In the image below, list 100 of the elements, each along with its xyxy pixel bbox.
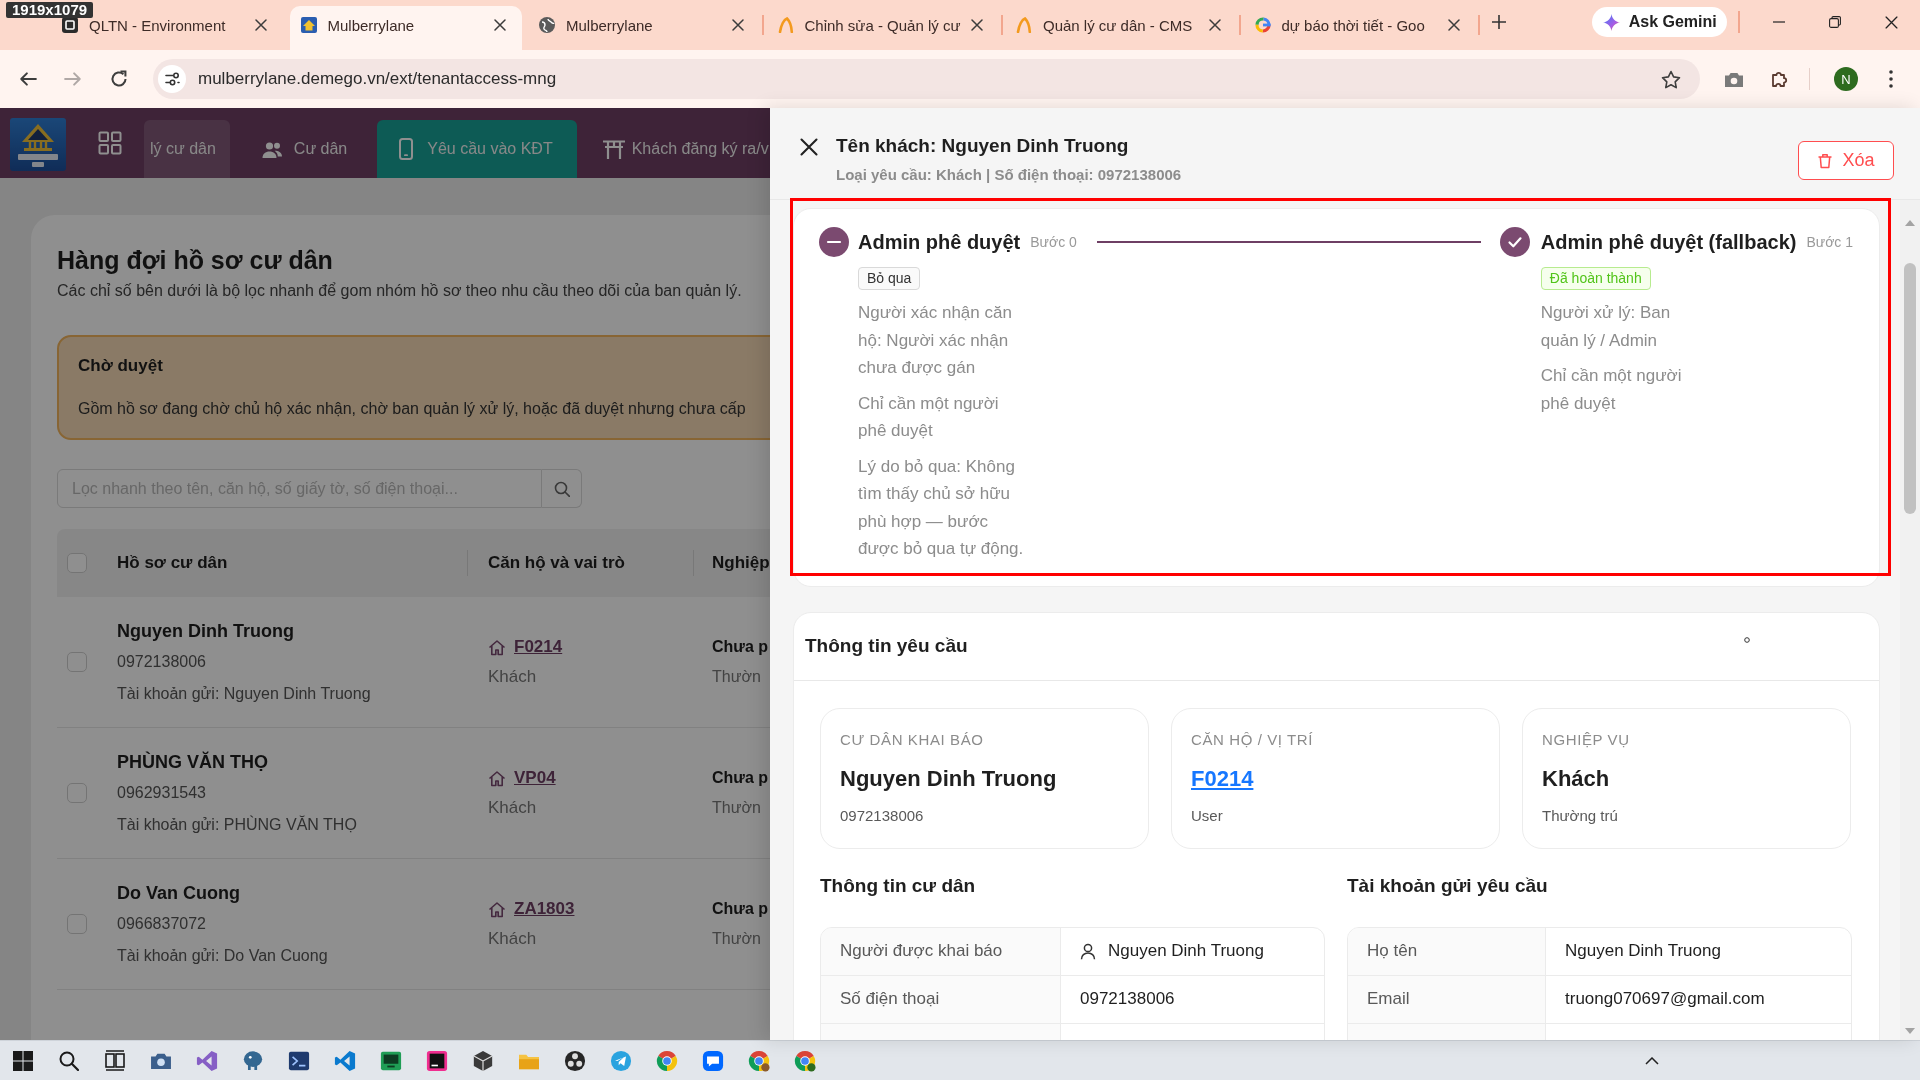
url-text: mulberrylane.demego.vn/ext/tenantaccess-mng: [198, 69, 558, 89]
filter-card[interactable]: Chờ duyệt Gồm hồ sơ đang chờ chủ hộ xác nhận, chờ ban quản lý xử lý, hoặc đã duyệt nhưng chưa cấp: [57, 335, 770, 440]
summary-value: Khách: [1542, 765, 1610, 792]
account-text: Tài khoản gửi: PHÙNG VĂN THỌ: [117, 815, 357, 835]
status-text: Chưa p: [712, 899, 769, 919]
scrollbar[interactable]: [1900, 200, 1920, 1040]
table-cell: Người được khai báo: [821, 927, 1061, 975]
gemini-button[interactable]: Ask Gemini: [1592, 7, 1728, 37]
close-icon[interactable]: [1885, 15, 1899, 29]
checkbox[interactable]: [67, 783, 87, 803]
logo-icon[interactable]: [10, 118, 66, 171]
paper-plane-icon[interactable]: [610, 1049, 632, 1072]
task-view-icon[interactable]: [105, 1050, 125, 1071]
resident-phone: 0966837072: [117, 914, 206, 934]
nav-tab[interactable]: lý cư dân: [144, 120, 230, 178]
address-bar[interactable]: mulberrylane.demego.vn/ext/tenantaccess-mng: [153, 59, 1700, 99]
browser-icon[interactable]: [794, 1049, 816, 1072]
ribbon-logo-icon[interactable]: [196, 1049, 218, 1072]
search-icon[interactable]: [59, 1050, 79, 1071]
card-title: Thông tin yêu cầu: [805, 635, 968, 657]
browser-icon[interactable]: [748, 1049, 770, 1072]
note-text: Thườn: [712, 929, 761, 949]
browser-icon[interactable]: [656, 1049, 678, 1072]
camera-icon[interactable]: [150, 1051, 172, 1070]
step-title: Admin phê duyệt (fallback): [1540, 230, 1797, 254]
restore-icon[interactable]: [1829, 16, 1842, 28]
table-cell: Nguyen Dinh Truong: [1108, 941, 1264, 961]
delete-button[interactable]: Xóa: [1798, 141, 1894, 180]
checkbox[interactable]: [67, 914, 87, 934]
arrow-left-icon[interactable]: [19, 70, 37, 88]
circles-logo-icon[interactable]: [564, 1049, 586, 1072]
unit-link[interactable]: F0214: [1191, 765, 1254, 792]
close-icon[interactable]: [255, 19, 267, 31]
step-detail: Người xử lý: Ban quản lý / Admin: [1540, 302, 1672, 352]
role-text: Khách: [488, 667, 537, 687]
close-icon[interactable]: [1447, 19, 1460, 31]
camera-icon[interactable]: [1724, 70, 1744, 88]
cube-icon[interactable]: [472, 1049, 494, 1072]
drawer-subtitle: Loại yêu cầu: Khách | Số điện thoại: 0972138006: [836, 165, 1182, 185]
chat-icon[interactable]: [702, 1049, 724, 1072]
browser-tab[interactable]: Quản lý cư dân - CMS: [1005, 6, 1237, 50]
table-cell-text: 0972138006: [1079, 988, 1176, 1010]
browser-tab[interactable]: Mulberrylane: [528, 6, 760, 50]
column-header: Nghiệp: [712, 553, 770, 573]
globe-icon: [539, 17, 555, 33]
close-icon[interactable]: [800, 138, 818, 156]
plus-icon[interactable]: [1492, 15, 1506, 29]
unit-link[interactable]: ZA1803: [514, 899, 575, 919]
search-button[interactable]: [542, 469, 582, 508]
close-icon[interactable]: [1209, 19, 1221, 31]
nav-tab[interactable]: Cư dân: [254, 120, 355, 178]
checkbox[interactable]: [67, 652, 87, 672]
square-logo-icon[interactable]: [426, 1049, 448, 1072]
browser-tab[interactable]: dự báo thời tiết - Goo: [1243, 6, 1476, 50]
code-editor-icon[interactable]: [334, 1049, 356, 1072]
puzzle-icon[interactable]: [1770, 70, 1788, 88]
phone-icon: [399, 138, 414, 160]
unit-link[interactable]: VP04: [514, 768, 556, 788]
profile-avatar[interactable]: N: [1834, 67, 1858, 91]
menu-icon[interactable]: [1889, 70, 1893, 88]
size-badge: 1919x1079: [6, 2, 94, 18]
monitor-icon[interactable]: [380, 1049, 402, 1072]
browser-tab[interactable]: Chỉnh sửa - Quản lý cư: [766, 6, 999, 50]
sparkle-icon: [1602, 13, 1620, 31]
status-tag: Bỏ qua: [858, 267, 921, 290]
section-title: Tài khoản gửi yêu cầu: [1347, 873, 1548, 898]
elephant-icon[interactable]: [242, 1050, 264, 1071]
users-icon: [261, 140, 282, 158]
filter-description: Gồm hồ sơ đang chờ chủ hộ xác nhận, chờ ban quản lý xử lý, hoặc đã duyệt nhưng chưa cấp: [78, 399, 746, 419]
step-detail: Chỉ cần một người phê duyệt: [1540, 365, 1683, 415]
column-header: Hồ sơ cư dân: [117, 553, 228, 573]
console-icon[interactable]: [288, 1049, 310, 1072]
scrollbar-thumb[interactable]: [1904, 263, 1916, 514]
close-icon[interactable]: [732, 19, 744, 31]
close-icon[interactable]: [493, 19, 506, 31]
status-text: Chưa p: [712, 637, 769, 657]
chevron-up-icon[interactable]: [1645, 1056, 1659, 1065]
close-icon[interactable]: [970, 19, 983, 31]
summary-label: NGHIỆP VỤ: [1542, 729, 1630, 750]
minimize-icon[interactable]: [1772, 21, 1785, 23]
account-text: Tài khoản gửi: Nguyen Dinh Truong: [117, 684, 371, 704]
resident-phone: 0972138006: [117, 652, 206, 672]
table-cell: Email: [1348, 975, 1546, 1023]
table-cell-text: truong070697@gmail.com: [1564, 988, 1766, 1010]
checkbox[interactable]: [67, 553, 87, 573]
summary-note: User: [1191, 805, 1223, 826]
sliders-icon[interactable]: [158, 65, 186, 93]
windows-icon[interactable]: [13, 1050, 33, 1071]
gate-icon: [601, 139, 626, 159]
browser-tab[interactable]: Mulberrylane: [289, 6, 522, 50]
table-cell: Họ tên: [1348, 927, 1546, 975]
reload-icon[interactable]: [110, 70, 128, 88]
house-icon: [488, 900, 506, 918]
star-icon[interactable]: [1661, 69, 1681, 89]
grid-icon[interactable]: [98, 131, 122, 155]
summary-label: CĂN HỘ / VỊ TRÍ: [1191, 729, 1314, 750]
unit-link[interactable]: F0214: [514, 637, 563, 657]
nav-tab[interactable]: Khách đăng ký ra/v: [594, 120, 769, 178]
resident-name: PHÙNG VĂN THỌ: [117, 751, 268, 773]
account-text: Tài khoản gửi: Do Van Cuong: [117, 946, 328, 966]
